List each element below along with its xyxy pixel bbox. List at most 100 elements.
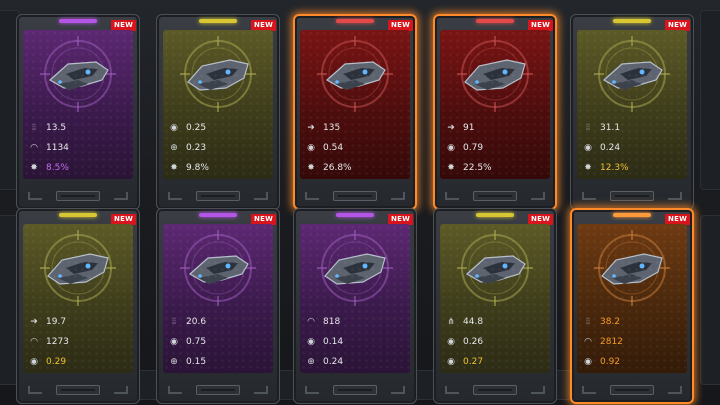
spread-icon: ⋔ — [447, 317, 455, 327]
burst-icon: ✸ — [307, 163, 315, 173]
ship-card[interactable]: NEW ◠ 818 ◉ 0.14 ⊕ 0.24 — [293, 208, 417, 404]
ship-image — [40, 36, 116, 112]
rarity-bar — [476, 19, 514, 23]
stat-row: ◠ 1134 — [27, 141, 131, 155]
stat-value: 20.6 — [186, 317, 207, 327]
stat-row: ➜ 19.7 — [27, 315, 131, 329]
stat-row: ⦙⦙ 31.1 — [581, 121, 685, 135]
card-foot-plate — [473, 385, 517, 395]
ship-light — [502, 69, 508, 75]
stat-row: ⋔ 44.8 — [444, 315, 548, 329]
card-foot-plate — [333, 191, 377, 201]
stat-value: 91 — [463, 123, 475, 133]
fan-icon: ◠ — [30, 337, 38, 347]
bullets-icon: ⦙⦙ — [585, 123, 591, 133]
ship-card[interactable]: NEW➜19.7◠1273◉0.29✦加速 — [16, 208, 140, 404]
frame-corner — [28, 386, 42, 394]
stat-row: ◉ 0.24 — [581, 141, 685, 155]
ship-panel: ➜135◉0.54✸26.8%⚡狂热 — [300, 30, 410, 179]
bullets-icon: ⦙⦙ — [171, 317, 177, 327]
fan-icon: ◠ — [584, 337, 592, 347]
burst-icon: ✸ — [30, 163, 38, 173]
ship-panel: ◉0.25⊕0.23✸9.8%⚡狂热 — [163, 30, 273, 179]
ship-light — [225, 263, 231, 269]
stat-row: ◉ 0.25 — [167, 121, 271, 135]
ship-card[interactable]: NEW➜135◉0.54✸26.8%⚡狂热 — [293, 14, 417, 210]
circle-icon: ◉ — [584, 357, 592, 367]
stat-row: ◉ 0.26 — [444, 335, 548, 349]
stat-row: ◉ 0.29 — [27, 355, 131, 369]
ship-card[interactable]: NEW◉0.25⊕0.23✸9.8%⚡狂热 — [156, 14, 280, 210]
stat-value: 0.75 — [186, 337, 207, 347]
stat-value: 44.8 — [463, 317, 484, 327]
ship-panel: ➜91◉0.79✸22.5%♥治疗 — [440, 30, 550, 179]
ship-light — [362, 69, 368, 75]
stat-row: ◠ 2812 — [581, 335, 685, 349]
stat-row: ◠ 818 — [304, 315, 408, 329]
frame-corner — [168, 386, 182, 394]
stat-value: 2812 — [600, 337, 623, 347]
stat-value: 0.24 — [323, 357, 344, 367]
frame-corner — [582, 386, 596, 394]
card-foot-plate — [473, 191, 517, 201]
card-foot-plate — [56, 191, 100, 201]
frame-corner — [531, 386, 545, 394]
stat-row: ⦙⦙ 13.5 — [27, 121, 131, 135]
frame-corner — [445, 192, 459, 200]
stat-value: 0.79 — [463, 143, 484, 153]
ship-light — [475, 274, 479, 278]
arrow-icon: ➜ — [447, 123, 455, 133]
frame-corner — [668, 192, 682, 200]
ship-image — [594, 36, 670, 112]
stat-value: 8.5% — [46, 163, 69, 173]
frame-corner — [114, 386, 128, 394]
arrow-icon: ➜ — [30, 317, 38, 327]
stat-value: 12.3% — [600, 163, 629, 173]
frame-corner — [668, 386, 682, 394]
ship-panel: ⦙⦙31.1◉0.24✸12.3%⛉能量盾 — [577, 30, 687, 179]
ship-image — [40, 230, 116, 306]
rarity-bar — [199, 19, 237, 23]
rarity-bar — [59, 213, 97, 217]
rarity-bar — [476, 213, 514, 217]
stat-row: ✸ 22.5% — [444, 161, 548, 175]
stat-row: ◉ 0.79 — [444, 141, 548, 155]
ship-light — [198, 80, 202, 84]
frame-corner — [391, 386, 405, 394]
ship-card[interactable]: NEW⦙⦙38.2◠2812◉0.92❖镜像 — [570, 208, 694, 404]
ship-light — [58, 80, 62, 84]
card-foot-plate — [196, 385, 240, 395]
ship-card[interactable]: NEW⦙⦙31.1◉0.24✸12.3%⛉能量盾 — [570, 14, 694, 210]
bullets-icon: ⦙⦙ — [31, 123, 37, 133]
ship-light — [612, 80, 616, 84]
stat-row: ◉ 0.27 — [444, 355, 548, 369]
ship-light — [335, 274, 339, 278]
ship-card[interactable]: NEW➜91◉0.79✸22.5%♥治疗 — [433, 14, 557, 210]
arrow-icon: ➜ — [307, 123, 315, 133]
stat-value: 38.2 — [600, 317, 621, 327]
stat-row: ⦙⦙ 38.2 — [581, 315, 685, 329]
circle-icon: ◉ — [170, 123, 178, 133]
stat-value: 22.5% — [463, 163, 492, 173]
stat-row: ✸ 26.8% — [304, 161, 408, 175]
stat-value: 0.26 — [463, 337, 484, 347]
ship-card[interactable]: NEW ⦙⦙ 20.6 ◉ 0.75 ⊕ 0.15 — [156, 208, 280, 404]
ship-image — [180, 36, 256, 112]
ship-card[interactable]: NEW⋔44.8◉0.26◉0.27❖镜像 — [433, 208, 557, 404]
ship-card[interactable]: NEW ⦙⦙ 13.5 ◠ 1134 ✸ 8.5% — [16, 14, 140, 210]
circle-icon: ◉ — [447, 337, 455, 347]
stat-value: 0.92 — [600, 357, 621, 367]
card-foot-plate — [610, 385, 654, 395]
ship-panel: ⦙⦙ 20.6 ◉ 0.75 ⊕ 0.15 — [163, 224, 273, 373]
ship-panel: ➜19.7◠1273◉0.29✦加速 — [23, 224, 133, 373]
burst-icon: ✸ — [447, 163, 455, 173]
crosshair-icon: ⊕ — [170, 143, 178, 153]
stat-value: 0.29 — [46, 357, 67, 367]
ship-light — [85, 69, 91, 75]
stat-value: 1134 — [46, 143, 69, 153]
stat-row: ⊕ 0.23 — [167, 141, 271, 155]
ship-light — [639, 263, 645, 269]
ship-light — [58, 274, 62, 278]
stat-row: ◉ 0.75 — [167, 335, 271, 349]
frame-corner — [254, 192, 268, 200]
